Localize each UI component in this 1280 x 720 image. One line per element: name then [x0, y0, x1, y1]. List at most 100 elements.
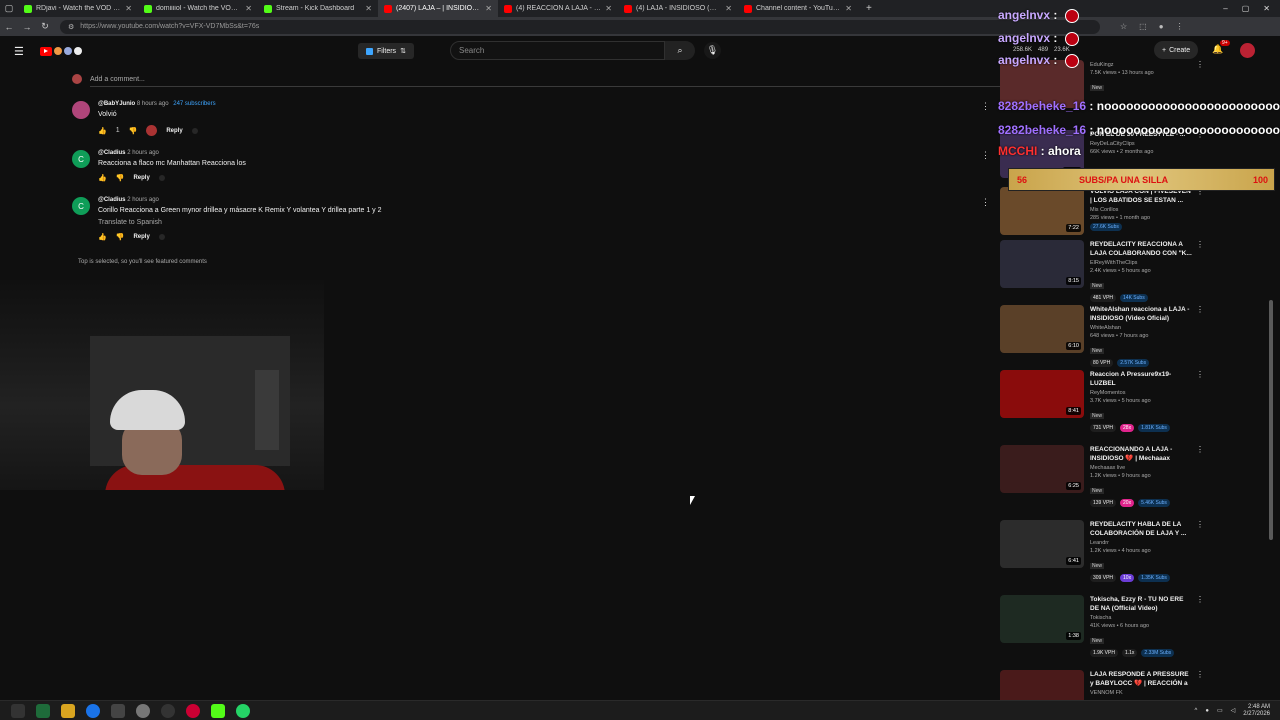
search-button[interactable]: ⌕ [665, 41, 695, 60]
related-video[interactable]: 6:10 WhiteAlshan reacciona a LAJA - INSI… [1000, 305, 1260, 375]
browser-icon[interactable] [86, 703, 100, 718]
related-video[interactable]: 8:15 REYDELACITY REACCIONA A LAJA COLABO… [1000, 240, 1260, 310]
video-thumbnail[interactable]: 8:41 [1000, 370, 1084, 418]
dislike-icon[interactable]: 👎 [129, 127, 138, 135]
like-icon[interactable]: 👍 [98, 174, 107, 182]
volume-icon[interactable]: ◁ [1231, 707, 1236, 714]
comment-more-icon[interactable]: ⋮ [981, 101, 990, 112]
video-thumbnail[interactable]: 7:22 [1000, 187, 1084, 235]
tab-search-icon[interactable]: ▢ [0, 3, 18, 14]
search-input[interactable]: Search [450, 41, 665, 60]
video-title[interactable]: REYDELACITY REACCIONA A LAJA COLABORANDO… [1090, 240, 1194, 258]
video-title[interactable]: LAJA RESPONDE A PRESSURE y BABYLOCC 💔 | … [1090, 670, 1194, 688]
related-video[interactable]: 1:38 Tokischa, Ezzy R - TU NO ERE DE NA … [1000, 595, 1260, 665]
add-comment-row[interactable]: Add a comment... [72, 74, 1000, 87]
tab-close-icon[interactable]: ✕ [125, 4, 132, 13]
video-channel[interactable]: VENNOM FK [1090, 690, 1194, 696]
like-icon[interactable]: 👍 [98, 127, 107, 135]
page-scrollbar[interactable] [1269, 300, 1273, 540]
tab-close-icon[interactable]: ✕ [605, 4, 612, 13]
reply-button[interactable]: Reply [133, 234, 149, 240]
video-channel[interactable]: ElReyWithTheClips [1090, 260, 1194, 266]
replies-toggle-icon[interactable] [191, 127, 198, 134]
network-icon[interactable]: ▭ [1217, 707, 1223, 714]
site-info-icon[interactable]: ⚙ [68, 23, 74, 31]
add-comment-placeholder[interactable]: Add a comment... [90, 76, 145, 83]
video-title[interactable]: WhiteAlshan reacciona a LAJA - INSIDIOSO… [1090, 305, 1194, 323]
video-more-icon[interactable]: ⋮ [1196, 305, 1204, 314]
comment-author[interactable]: @BabYJunio [98, 101, 135, 107]
dislike-icon[interactable]: 👎 [116, 174, 125, 182]
app-icon[interactable] [136, 703, 150, 718]
translate-link[interactable]: Translate to Spanish [98, 219, 382, 226]
video-more-icon[interactable]: ⋮ [1196, 445, 1204, 454]
reply-button[interactable]: Reply [166, 128, 182, 134]
browser-tab[interactable]: RDjavi - Watch the VOD on Kick ✕ [18, 0, 138, 17]
video-more-icon[interactable]: ⋮ [1196, 370, 1204, 379]
commenter-avatar[interactable] [72, 101, 90, 119]
related-video[interactable]: 6:41 REYDELACITY HABLA DE LA COLABORACIÓ… [1000, 520, 1260, 590]
reply-button[interactable]: Reply [133, 175, 149, 181]
app-icon[interactable] [36, 703, 50, 718]
video-channel[interactable]: ReyMomentos [1090, 390, 1194, 396]
browser-tab[interactable]: Stream - Kick Dashboard ✕ [258, 0, 378, 17]
related-video[interactable]: 8:41 Reaccion A Pressure9x19- LUZBEL Rey… [1000, 370, 1260, 440]
browser-tab[interactable]: (4) LAJA - INSIDIOSO (Reacción) ✕ [618, 0, 738, 17]
related-video[interactable]: 6:25 REACCIONANDO A LAJA - INSIDIOSO 💔 |… [1000, 445, 1260, 515]
video-title[interactable]: Reaccion A Pressure9x19- LUZBEL [1090, 370, 1194, 388]
comment-time[interactable]: 2 hours ago [127, 150, 159, 156]
app-icon[interactable] [111, 703, 125, 718]
whatsapp-icon[interactable] [236, 703, 250, 718]
clock[interactable]: 2:48 AM 2/27/2026 [1243, 704, 1270, 718]
dislike-icon[interactable]: 👎 [116, 233, 125, 241]
comment-author[interactable]: @Cladius [98, 150, 126, 156]
video-thumbnail[interactable]: 6:25 [1000, 445, 1084, 493]
browser-tab[interactable]: Channel content - YouTube Studi ✕ [738, 0, 858, 17]
video-title[interactable]: REACCIONANDO A LAJA - INSIDIOSO 💔 | Mech… [1090, 445, 1194, 463]
comment-more-icon[interactable]: ⋮ [981, 197, 990, 208]
video-channel[interactable]: Mis Corillos [1090, 207, 1194, 213]
tab-close-icon[interactable]: ✕ [245, 4, 252, 13]
video-more-icon[interactable]: ⋮ [1196, 595, 1204, 604]
tab-close-icon[interactable]: ✕ [365, 4, 372, 13]
voice-search-button[interactable]: 🎙 [704, 42, 721, 59]
video-channel[interactable]: WhiteAlshan [1090, 325, 1194, 331]
comment-author[interactable]: @Cladius [98, 197, 126, 203]
tray-chevron-icon[interactable]: ^ [1195, 708, 1198, 714]
tab-close-icon[interactable]: ✕ [845, 4, 852, 13]
comment-time[interactable]: 8 hours ago [137, 101, 169, 107]
tab-close-icon[interactable]: ✕ [485, 4, 492, 13]
start-icon[interactable] [11, 703, 25, 718]
mic-tray-icon[interactable]: ● [1205, 708, 1209, 714]
browser-tab[interactable]: (4) REACCIÓN A LAJA - INSIDIOS ✕ [498, 0, 618, 17]
file-explorer-icon[interactable] [61, 703, 75, 718]
back-icon[interactable]: ← [0, 22, 18, 32]
like-icon[interactable]: 👍 [98, 233, 107, 241]
kick-icon[interactable] [211, 703, 225, 718]
video-more-icon[interactable]: ⋮ [1196, 520, 1204, 529]
hamburger-menu-icon[interactable]: ☰ [14, 45, 24, 58]
tab-close-icon[interactable]: ✕ [725, 4, 732, 13]
video-thumbnail[interactable]: 6:10 [1000, 305, 1084, 353]
browser-tab[interactable]: domiiiiol - Watch the VOD on Kick ✕ [138, 0, 258, 17]
video-thumbnail[interactable]: 1:38 [1000, 595, 1084, 643]
video-title[interactable]: REYDELACITY HABLA DE LA COLABORACIÓN DE … [1090, 520, 1194, 538]
video-channel[interactable]: Tokischa [1090, 615, 1194, 621]
browser-tab[interactable]: (2407) LAJA – | INSIDIOSO | QUIE ✕ [378, 0, 498, 17]
url-field[interactable]: ⚙ https://www.youtube.com/watch?v=VFX-VD… [60, 19, 1100, 34]
video-title[interactable]: Tokischa, Ezzy R - TU NO ERE DE NA (Offi… [1090, 595, 1194, 613]
commenter-avatar[interactable]: C [72, 197, 90, 215]
video-channel[interactable]: Mechaaax live [1090, 465, 1194, 471]
reload-icon[interactable]: ↻ [36, 21, 54, 32]
youtube-logo[interactable] [39, 46, 82, 56]
replies-toggle-icon[interactable] [158, 234, 165, 240]
replies-toggle-icon[interactable] [158, 175, 165, 181]
video-thumbnail[interactable]: 6:41 [1000, 520, 1084, 568]
video-more-icon[interactable]: ⋮ [1196, 240, 1204, 249]
forward-icon[interactable]: → [18, 22, 36, 32]
comment-more-icon[interactable]: ⋮ [981, 150, 990, 161]
video-more-icon[interactable]: ⋮ [1196, 670, 1204, 679]
video-channel[interactable]: Leandrr [1090, 540, 1194, 546]
video-thumbnail[interactable]: 8:15 [1000, 240, 1084, 288]
commenter-avatar[interactable]: C [72, 150, 90, 168]
